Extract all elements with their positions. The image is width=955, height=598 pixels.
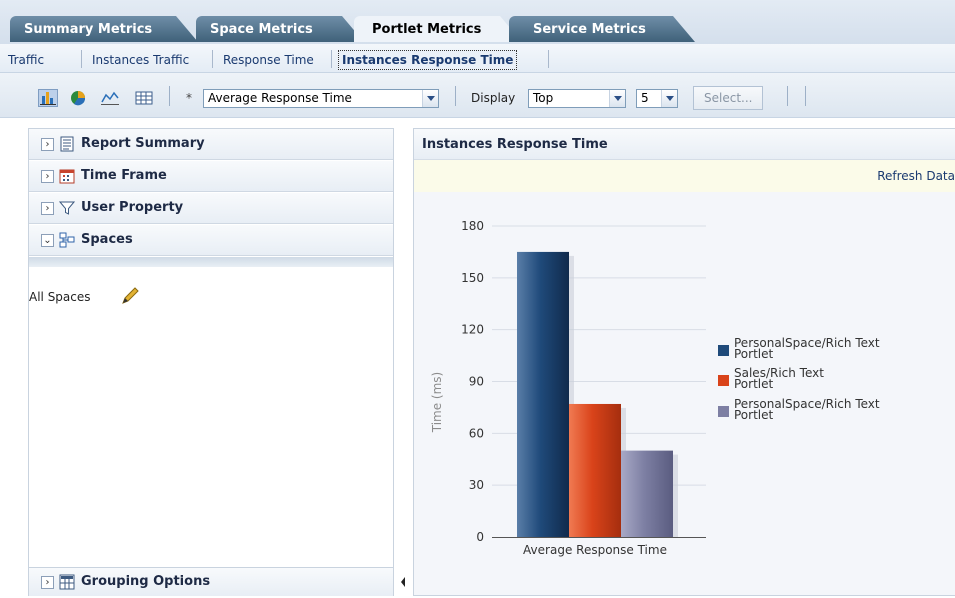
refresh-bar: Refresh Data — [414, 160, 955, 192]
legend-swatch — [718, 375, 729, 386]
calendar-icon — [59, 168, 75, 184]
subtab-traffic[interactable]: Traffic — [8, 51, 44, 69]
y-tick-label: 60 — [469, 426, 484, 440]
splitter-handle[interactable] — [401, 574, 406, 590]
spaces-value: All Spaces — [29, 290, 91, 304]
display-label: Display — [471, 91, 516, 105]
tab-label: Space Metrics — [210, 22, 313, 37]
section-time-frame[interactable]: › Time Frame — [29, 161, 393, 192]
legend-label: PersonalSpace/Rich Text Portlet — [734, 336, 880, 361]
y-axis-label: Time (ms) — [430, 372, 444, 434]
chart-panel: Instances Response Time Refresh Data 0 30… — [413, 128, 955, 596]
bar-3[interactable] — [621, 450, 673, 537]
tab-label: Service Metrics — [533, 22, 646, 37]
tab-space-metrics[interactable]: Space Metrics — [196, 16, 364, 42]
toolbar-divider — [455, 86, 456, 106]
toolbar-divider — [787, 86, 788, 106]
chart-area: 0 30 60 90 120 150 180 Average Response Time Pe… — [414, 192, 955, 595]
spaces-section-divider — [29, 257, 393, 267]
tab-label: Portlet Metrics — [372, 22, 482, 37]
filter-icon — [58, 200, 76, 216]
section-label: Grouping Options — [81, 574, 211, 589]
metric-select[interactable]: Average Response Time — [203, 89, 439, 108]
grouping-icon — [59, 574, 75, 590]
section-grouping-options[interactable]: › Grouping Options — [29, 567, 393, 596]
chart-panel-title: Instances Response Time — [422, 137, 608, 152]
tab-summary-metrics[interactable]: Summary Metrics — [10, 16, 198, 42]
y-tick-label: 0 — [476, 530, 484, 544]
y-tick-label: 150 — [461, 271, 484, 285]
x-category-label: Average Response Time — [523, 543, 667, 557]
required-marker: * — [186, 91, 192, 105]
legend-label: PersonalSpace/Rich Text Portlet — [734, 397, 880, 422]
subtab-divider — [548, 50, 549, 68]
section-spaces[interactable]: ⌄ Spaces — [29, 225, 393, 256]
section-label: Time Frame — [81, 168, 167, 183]
chart-panel-header: Instances Response Time — [414, 129, 955, 160]
toolbar-divider — [169, 86, 170, 106]
bar-1[interactable] — [517, 251, 569, 537]
section-label: Spaces — [81, 232, 133, 247]
chevron-down-icon — [422, 90, 438, 107]
legend-label: Sales/Rich Text Portlet — [734, 366, 824, 391]
legend-swatch — [718, 406, 729, 417]
bar-2[interactable] — [569, 403, 621, 537]
section-label: User Property — [81, 200, 184, 215]
section-user-property[interactable]: › User Property — [29, 193, 393, 224]
expand-icon[interactable]: › — [41, 138, 54, 151]
display-select[interactable]: Top — [528, 89, 626, 108]
y-tick-label: 90 — [469, 375, 484, 389]
pie-chart-icon[interactable] — [68, 89, 88, 107]
report-icon — [59, 136, 75, 152]
expand-icon[interactable]: › — [41, 576, 54, 589]
chevron-down-icon — [609, 90, 625, 107]
y-tick-label: 30 — [469, 478, 484, 492]
subtab-divider — [81, 50, 82, 68]
expand-icon[interactable]: › — [41, 202, 54, 215]
chart-toolbar: * Average Response Time Display Top 5 Se… — [0, 73, 955, 118]
bar-chart: 0 30 60 90 120 150 180 Average Response Time Pe… — [430, 219, 880, 557]
subtab-instances-response-time[interactable]: Instances Response Time — [338, 50, 518, 70]
section-label: Report Summary — [81, 136, 205, 151]
table-icon[interactable] — [134, 89, 154, 107]
tab-service-metrics[interactable]: Service Metrics — [509, 16, 695, 42]
collapse-icon[interactable]: ⌄ — [41, 234, 54, 247]
subtab-response-time[interactable]: Response Time — [223, 51, 314, 69]
line-chart-icon[interactable] — [100, 89, 120, 107]
subtab-divider — [212, 50, 213, 68]
legend-swatch — [718, 345, 729, 356]
display-select-value: Top — [533, 91, 554, 105]
edit-pencil-icon[interactable] — [119, 285, 141, 307]
count-select[interactable]: 5 — [636, 89, 678, 108]
refresh-data-link[interactable]: Refresh Data — [877, 169, 955, 183]
tab-label: Summary Metrics — [24, 22, 153, 37]
subtab-instances-traffic[interactable]: Instances Traffic — [92, 51, 189, 69]
metric-select-value: Average Response Time — [208, 91, 352, 105]
bar-chart-icon[interactable] — [38, 89, 58, 107]
y-tick-label: 120 — [461, 323, 484, 337]
spaces-icon — [59, 232, 75, 248]
chevron-down-icon — [661, 90, 677, 107]
subtab-divider — [331, 50, 332, 68]
y-tick-label: 180 — [461, 219, 484, 233]
tab-portlet-metrics[interactable]: Portlet Metrics — [354, 16, 522, 42]
report-options-panel: › Report Summary › Time Frame › User Pro… — [28, 128, 394, 596]
sub-tab-bar: Traffic Instances Traffic Response Time … — [0, 44, 955, 73]
main-tab-strip: Summary Metrics Space Metrics Portlet Me… — [0, 0, 955, 44]
expand-icon[interactable]: › — [41, 170, 54, 183]
select-button[interactable]: Select... — [693, 86, 764, 110]
section-report-summary[interactable]: › Report Summary — [29, 129, 393, 160]
toolbar-divider — [805, 86, 806, 106]
count-select-value: 5 — [641, 91, 649, 105]
